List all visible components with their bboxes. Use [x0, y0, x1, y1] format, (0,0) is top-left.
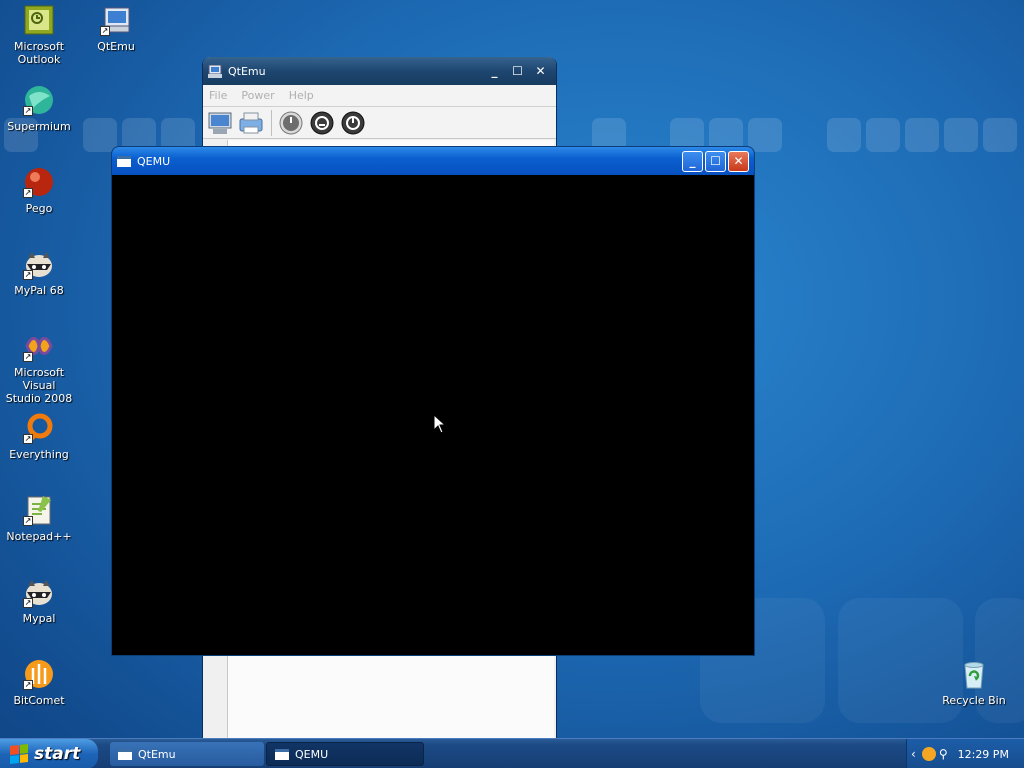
outlook-icon — [23, 4, 55, 36]
menu-bar: File Power Help — [203, 85, 556, 107]
close-icon: ✕ — [535, 64, 546, 78]
notepad-plus-plus-icon: ↗ — [23, 494, 55, 526]
window-title: QtEmu — [228, 64, 266, 78]
close-button[interactable]: ✕ — [728, 150, 749, 172]
desktop-icon-label: Microsoft Outlook — [13, 40, 65, 66]
visual-studio-icon: ↗ — [23, 330, 55, 362]
bitcomet-icon: ↗ — [23, 658, 55, 690]
close-button[interactable]: ✕ — [530, 61, 551, 82]
desktop-icon-everything[interactable]: ↗ Everything — [0, 412, 78, 461]
qemu-window[interactable]: QEMU _ ☐ ✕ — [111, 146, 755, 656]
maximize-icon: ☐ — [710, 154, 721, 168]
desktop-icon-recycle-bin[interactable]: Recycle Bin — [935, 658, 1013, 707]
minimize-button[interactable]: _ — [682, 150, 703, 172]
start-button[interactable]: start — [0, 739, 98, 768]
desktop-icon-qtemu[interactable]: ↗ QtEmu — [77, 4, 155, 53]
windows-logo-icon — [10, 744, 28, 764]
printer-icon — [239, 112, 263, 133]
desktop-icon-mypal[interactable]: ↗ Mypal — [0, 576, 78, 625]
taskbar: start QtEmu QEMU ‹ ⚲ 12:29 PM — [0, 738, 1024, 768]
mypal-icon: ↗ — [23, 248, 55, 280]
menu-power[interactable]: Power — [241, 89, 274, 102]
new-machine-button[interactable] — [207, 110, 233, 136]
desktop-icon-notepad-plus-plus[interactable]: ↗ Notepad++ — [0, 494, 78, 543]
desktop-icon-label: Recycle Bin — [942, 694, 1006, 707]
desktop-icon-label: Pego — [25, 202, 53, 215]
power-on-button[interactable] — [278, 110, 304, 136]
chevron-left-icon[interactable]: ‹ — [911, 747, 916, 761]
qtemu-icon: ↗ — [100, 4, 132, 36]
everything-icon: ↗ — [23, 412, 55, 444]
taskbar-button-label: QtEmu — [138, 747, 176, 761]
toolbar — [203, 107, 556, 139]
qtemu-app-icon — [118, 748, 132, 760]
desktop-icon-label: Mypal — [22, 612, 56, 625]
pause-icon — [310, 111, 334, 134]
desktop-icon-label: BitComet — [13, 694, 65, 707]
desktop-icon-label: Notepad++ — [6, 530, 72, 543]
menu-help[interactable]: Help — [289, 89, 314, 102]
qemu-app-icon — [117, 155, 131, 167]
qemu-app-icon — [275, 748, 289, 760]
minimize-icon: _ — [491, 64, 498, 78]
maximize-button[interactable]: ☐ — [507, 61, 528, 82]
taskbar-button-qtemu[interactable]: QtEmu — [110, 742, 264, 766]
taskbar-button-qemu[interactable]: QEMU — [266, 742, 424, 766]
pause-button[interactable] — [309, 110, 335, 136]
reset-icon — [341, 111, 365, 134]
desktop-icon-mypal68[interactable]: ↗ MyPal 68 — [0, 248, 78, 297]
desktop-icon-pego[interactable]: ↗ Pego — [0, 166, 78, 215]
minimize-icon: _ — [689, 154, 696, 168]
maximize-button[interactable]: ☐ — [705, 150, 726, 172]
search-icon[interactable]: ⚲ — [939, 747, 948, 761]
toolbar-separator — [271, 109, 272, 136]
desktop-icon-label: MyPal 68 — [14, 284, 64, 297]
reset-button[interactable] — [340, 110, 366, 136]
desktop-icon-visual-studio[interactable]: ↗ Microsoft Visual Studio 2008 — [0, 330, 78, 405]
menu-file[interactable]: File — [209, 89, 227, 102]
computer-icon — [208, 112, 232, 134]
desktop-icon-supermium[interactable]: ↗ Supermium — [0, 84, 78, 133]
desktop-icon-label: Everything — [9, 448, 69, 461]
system-tray: ‹ ⚲ 12:29 PM — [906, 739, 1024, 768]
qemu-titlebar[interactable]: QEMU _ ☐ ✕ — [112, 147, 754, 175]
qtemu-app-icon — [208, 64, 222, 78]
start-label: start — [34, 744, 81, 764]
desktop-icon-bitcomet[interactable]: ↗ BitComet — [0, 658, 78, 707]
pego-icon: ↗ — [23, 166, 55, 198]
settings-button[interactable] — [238, 110, 264, 136]
qtemu-titlebar[interactable]: QtEmu _ ☐ ✕ — [203, 57, 556, 85]
close-icon: ✕ — [733, 154, 744, 168]
mypal-icon: ↗ — [23, 576, 55, 608]
taskbar-button-label: QEMU — [295, 747, 329, 761]
tray-app-icon[interactable] — [921, 747, 936, 761]
desktop-icon-label: Supermium — [7, 120, 71, 133]
power-icon — [279, 111, 303, 134]
desktop-icon-label: QtEmu — [97, 40, 135, 53]
maximize-icon: ☐ — [512, 64, 523, 78]
window-title: QEMU — [137, 154, 171, 168]
mouse-cursor-icon — [433, 413, 447, 437]
supermium-icon: ↗ — [23, 84, 55, 116]
desktop-icon-outlook[interactable]: Microsoft Outlook — [0, 4, 78, 66]
recycle-bin-icon — [958, 658, 990, 690]
clock[interactable]: 12:29 PM — [958, 748, 1009, 761]
minimize-button[interactable]: _ — [484, 61, 505, 82]
desktop-icon-label: Microsoft Visual Studio 2008 — [5, 366, 73, 405]
